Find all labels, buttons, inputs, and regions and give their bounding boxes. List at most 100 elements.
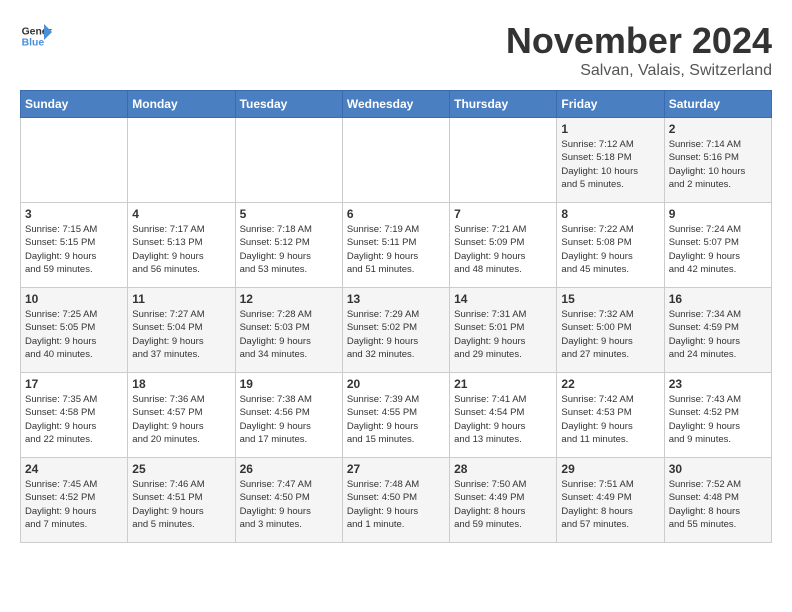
day-info: Sunrise: 7:15 AM Sunset: 5:15 PM Dayligh… <box>25 223 123 276</box>
calendar-cell: 17Sunrise: 7:35 AM Sunset: 4:58 PM Dayli… <box>21 373 128 458</box>
calendar-body: 1 Sunrise: 7:12 AM Sunset: 5:18 PM Daylig… <box>21 118 772 543</box>
day-info: Sunrise: 7:39 AM Sunset: 4:55 PM Dayligh… <box>347 393 445 446</box>
calendar-cell: 13Sunrise: 7:29 AM Sunset: 5:02 PM Dayli… <box>342 288 449 373</box>
day-number: 7 <box>454 207 552 221</box>
header-day-wednesday: Wednesday <box>342 91 449 118</box>
calendar-cell: 27 Sunrise: 7:48 AM Sunset: 4:50 PM Dayli… <box>342 458 449 543</box>
day-number: 25 <box>132 462 230 476</box>
day-info: Sunrise: 7:47 AM Sunset: 4:50 PM Dayligh… <box>240 478 338 531</box>
week-row-3: 17Sunrise: 7:35 AM Sunset: 4:58 PM Dayli… <box>21 373 772 458</box>
title-block: November 2024 Salvan, Valais, Switzerlan… <box>506 20 772 80</box>
calendar-cell: 15 Sunrise: 7:32 AM Sunset: 5:00 PM Dayli… <box>557 288 664 373</box>
day-number: 23 <box>669 377 767 391</box>
calendar-cell <box>450 118 557 203</box>
calendar-cell: 20 Sunrise: 7:39 AM Sunset: 4:55 PM Dayli… <box>342 373 449 458</box>
day-info: Sunrise: 7:14 AM Sunset: 5:16 PM Dayligh… <box>669 138 767 191</box>
calendar-cell: 3Sunrise: 7:15 AM Sunset: 5:15 PM Daylig… <box>21 203 128 288</box>
day-info: Sunrise: 7:28 AM Sunset: 5:03 PM Dayligh… <box>240 308 338 361</box>
day-info: Sunrise: 7:41 AM Sunset: 4:54 PM Dayligh… <box>454 393 552 446</box>
day-info: Sunrise: 7:24 AM Sunset: 5:07 PM Dayligh… <box>669 223 767 276</box>
day-number: 21 <box>454 377 552 391</box>
month-title: November 2024 <box>506 20 772 62</box>
calendar-header: SundayMondayTuesdayWednesdayThursdayFrid… <box>21 91 772 118</box>
calendar-cell: 8Sunrise: 7:22 AM Sunset: 5:08 PM Daylig… <box>557 203 664 288</box>
day-number: 29 <box>561 462 659 476</box>
svg-text:Blue: Blue <box>22 38 45 49</box>
calendar-cell <box>235 118 342 203</box>
week-row-0: 1 Sunrise: 7:12 AM Sunset: 5:18 PM Daylig… <box>21 118 772 203</box>
calendar-cell: 18 Sunrise: 7:36 AM Sunset: 4:57 PM Dayli… <box>128 373 235 458</box>
day-info: Sunrise: 7:29 AM Sunset: 5:02 PM Dayligh… <box>347 308 445 361</box>
day-info: Sunrise: 7:34 AM Sunset: 4:59 PM Dayligh… <box>669 308 767 361</box>
day-number: 28 <box>454 462 552 476</box>
day-number: 27 <box>347 462 445 476</box>
day-number: 4 <box>132 207 230 221</box>
calendar-cell: 22 Sunrise: 7:42 AM Sunset: 4:53 PM Dayli… <box>557 373 664 458</box>
day-number: 19 <box>240 377 338 391</box>
calendar-cell <box>342 118 449 203</box>
day-info: Sunrise: 7:52 AM Sunset: 4:48 PM Dayligh… <box>669 478 767 531</box>
calendar-cell: 26 Sunrise: 7:47 AM Sunset: 4:50 PM Dayli… <box>235 458 342 543</box>
calendar-cell: 19 Sunrise: 7:38 AM Sunset: 4:56 PM Dayli… <box>235 373 342 458</box>
header-row: SundayMondayTuesdayWednesdayThursdayFrid… <box>21 91 772 118</box>
day-number: 5 <box>240 207 338 221</box>
day-number: 2 <box>669 122 767 136</box>
day-info: Sunrise: 7:36 AM Sunset: 4:57 PM Dayligh… <box>132 393 230 446</box>
day-info: Sunrise: 7:12 AM Sunset: 5:18 PM Dayligh… <box>561 138 659 191</box>
header-day-tuesday: Tuesday <box>235 91 342 118</box>
day-number: 22 <box>561 377 659 391</box>
logo: General Blue <box>20 20 52 52</box>
calendar-cell: 30 Sunrise: 7:52 AM Sunset: 4:48 PM Dayli… <box>664 458 771 543</box>
day-info: Sunrise: 7:42 AM Sunset: 4:53 PM Dayligh… <box>561 393 659 446</box>
calendar-cell: 14 Sunrise: 7:31 AM Sunset: 5:01 PM Dayli… <box>450 288 557 373</box>
day-number: 26 <box>240 462 338 476</box>
calendar-cell: 5 Sunrise: 7:18 AM Sunset: 5:12 PM Daylig… <box>235 203 342 288</box>
calendar-cell: 10 Sunrise: 7:25 AM Sunset: 5:05 PM Dayli… <box>21 288 128 373</box>
calendar-cell: 29 Sunrise: 7:51 AM Sunset: 4:49 PM Dayli… <box>557 458 664 543</box>
day-info: Sunrise: 7:45 AM Sunset: 4:52 PM Dayligh… <box>25 478 123 531</box>
calendar-table: SundayMondayTuesdayWednesdayThursdayFrid… <box>20 90 772 543</box>
calendar-cell: 23Sunrise: 7:43 AM Sunset: 4:52 PM Dayli… <box>664 373 771 458</box>
day-number: 15 <box>561 292 659 306</box>
day-number: 10 <box>25 292 123 306</box>
day-info: Sunrise: 7:25 AM Sunset: 5:05 PM Dayligh… <box>25 308 123 361</box>
day-number: 30 <box>669 462 767 476</box>
header-day-saturday: Saturday <box>664 91 771 118</box>
calendar-cell: 12 Sunrise: 7:28 AM Sunset: 5:03 PM Dayli… <box>235 288 342 373</box>
day-info: Sunrise: 7:27 AM Sunset: 5:04 PM Dayligh… <box>132 308 230 361</box>
day-info: Sunrise: 7:31 AM Sunset: 5:01 PM Dayligh… <box>454 308 552 361</box>
calendar-cell: 2 Sunrise: 7:14 AM Sunset: 5:16 PM Daylig… <box>664 118 771 203</box>
header-day-friday: Friday <box>557 91 664 118</box>
calendar-cell: 4Sunrise: 7:17 AM Sunset: 5:13 PM Daylig… <box>128 203 235 288</box>
week-row-1: 3Sunrise: 7:15 AM Sunset: 5:15 PM Daylig… <box>21 203 772 288</box>
day-info: Sunrise: 7:22 AM Sunset: 5:08 PM Dayligh… <box>561 223 659 276</box>
calendar-cell: 16 Sunrise: 7:34 AM Sunset: 4:59 PM Dayli… <box>664 288 771 373</box>
day-info: Sunrise: 7:32 AM Sunset: 5:00 PM Dayligh… <box>561 308 659 361</box>
day-number: 1 <box>561 122 659 136</box>
day-number: 9 <box>669 207 767 221</box>
calendar-cell: 25Sunrise: 7:46 AM Sunset: 4:51 PM Dayli… <box>128 458 235 543</box>
day-info: Sunrise: 7:38 AM Sunset: 4:56 PM Dayligh… <box>240 393 338 446</box>
day-info: Sunrise: 7:35 AM Sunset: 4:58 PM Dayligh… <box>25 393 123 446</box>
calendar-cell: 7 Sunrise: 7:21 AM Sunset: 5:09 PM Daylig… <box>450 203 557 288</box>
day-number: 14 <box>454 292 552 306</box>
day-info: Sunrise: 7:18 AM Sunset: 5:12 PM Dayligh… <box>240 223 338 276</box>
header-day-thursday: Thursday <box>450 91 557 118</box>
day-number: 24 <box>25 462 123 476</box>
week-row-4: 24 Sunrise: 7:45 AM Sunset: 4:52 PM Dayli… <box>21 458 772 543</box>
day-number: 6 <box>347 207 445 221</box>
calendar-cell: 9 Sunrise: 7:24 AM Sunset: 5:07 PM Daylig… <box>664 203 771 288</box>
header-day-monday: Monday <box>128 91 235 118</box>
calendar-cell: 11Sunrise: 7:27 AM Sunset: 5:04 PM Dayli… <box>128 288 235 373</box>
day-number: 12 <box>240 292 338 306</box>
day-number: 18 <box>132 377 230 391</box>
logo-icon: General Blue <box>20 20 52 52</box>
day-info: Sunrise: 7:51 AM Sunset: 4:49 PM Dayligh… <box>561 478 659 531</box>
day-number: 20 <box>347 377 445 391</box>
day-info: Sunrise: 7:48 AM Sunset: 4:50 PM Dayligh… <box>347 478 445 531</box>
location-title: Salvan, Valais, Switzerland <box>506 62 772 80</box>
day-info: Sunrise: 7:21 AM Sunset: 5:09 PM Dayligh… <box>454 223 552 276</box>
calendar-cell <box>128 118 235 203</box>
day-number: 16 <box>669 292 767 306</box>
header: General Blue November 2024 Salvan, Valai… <box>20 20 772 80</box>
